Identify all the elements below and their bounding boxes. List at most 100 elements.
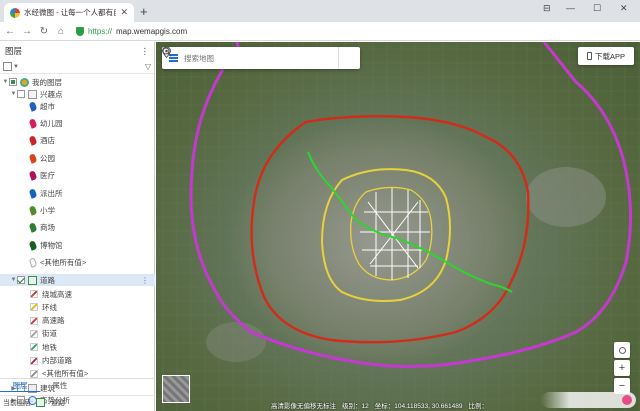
poi-item[interactable]: 超市	[0, 100, 155, 112]
coord-label: 坐标：	[374, 403, 395, 410]
road-style-icon	[30, 343, 38, 352]
map-status-bar: 高清影像无偏移无标注 级别：12 坐标：104.118533, 30.66148…	[271, 400, 488, 410]
level-label: 级别：	[342, 403, 362, 410]
map-overlay	[156, 42, 640, 411]
poi-marker-icon	[28, 135, 38, 147]
poi-item[interactable]: 博物馆	[0, 239, 155, 251]
road-item-label: 街道	[42, 329, 57, 339]
home-icon[interactable]: ⌂	[54, 26, 68, 37]
urban-patch-southwest	[206, 322, 266, 362]
poi-item[interactable]: 公园	[0, 152, 155, 164]
download-app-button[interactable]: 下载APP	[578, 47, 634, 65]
status-layer-name: 道路	[50, 399, 65, 407]
poi-item-label: 超市	[40, 101, 55, 111]
map-canvas[interactable]: 下载APP + − 高清影像无偏移无标注 级别：12 坐标：104.118533…	[156, 42, 640, 411]
download-app-label: 下载APP	[594, 51, 625, 61]
more-vertical-icon[interactable]: ⋮	[141, 46, 150, 57]
layer-panel: 图层 ⋮ ▼ ▽ ▼ 我的图层 ▼ 兴趣点 超市幼儿园酒店公园医疗派出所小学商场…	[0, 42, 155, 411]
poi-item[interactable]: 医疗	[0, 170, 155, 182]
poi-item[interactable]: 派出所	[0, 187, 155, 199]
road-item[interactable]: 高速路	[0, 315, 155, 327]
back-icon[interactable]: ←	[3, 26, 17, 37]
minimize-icon[interactable]: —	[566, 3, 575, 13]
layer-panel-header: 图层 ⋮	[0, 42, 154, 60]
group-road[interactable]: ▼ 道路 ⋮	[0, 274, 155, 286]
filter-icon[interactable]: ▽	[145, 62, 151, 71]
poi-item-label: 博物馆	[40, 240, 63, 250]
caret-down-icon[interactable]: ▼	[2, 79, 9, 85]
road-item-label: 高速路	[42, 316, 65, 326]
coordinate-readout: 104.118533, 30.661489	[394, 403, 463, 410]
road-item-label: 绕城高速	[42, 289, 72, 299]
poi-item-label: 派出所	[40, 188, 63, 198]
poi-item-label: 小学	[40, 205, 55, 215]
phone-icon	[586, 52, 592, 60]
close-window-icon[interactable]: ✕	[620, 3, 628, 14]
new-tab-button[interactable]: +	[140, 4, 148, 19]
road-item[interactable]: 环线	[0, 301, 155, 313]
more-vertical-icon[interactable]: ⋮	[141, 276, 149, 285]
chevron-down-icon[interactable]: ▼	[13, 64, 19, 70]
group-poi[interactable]: ▼ 兴趣点	[0, 88, 155, 100]
layer-panel-toolbar: ▼ ▽	[0, 60, 154, 74]
road-style-icon	[30, 303, 38, 312]
zoom-level-value: 12	[361, 403, 369, 410]
map-search-box	[162, 47, 360, 69]
tab-close-icon[interactable]: ✕	[120, 7, 128, 18]
road-item-label: 内部道路	[42, 356, 72, 365]
scale-label: 比例：	[468, 403, 488, 410]
poi-item[interactable]: 幼儿园	[0, 117, 155, 129]
tree-root[interactable]: ▼ 我的图层	[0, 76, 155, 88]
road-item[interactable]: 街道	[0, 328, 155, 340]
window-menu-icon[interactable]: ⊟	[543, 3, 551, 14]
poi-item[interactable]: 小学	[0, 204, 155, 216]
poi-item[interactable]: 商场	[0, 222, 155, 234]
poi-item[interactable]: 酒店	[0, 135, 155, 147]
poi-item-label: 幼儿园	[40, 118, 63, 128]
tab-properties[interactable]: 属性	[40, 379, 80, 392]
poi-marker-icon	[28, 222, 38, 234]
search-icon[interactable]	[162, 47, 338, 69]
tab-layers[interactable]: 图层	[0, 379, 40, 392]
locate-button[interactable]	[614, 342, 630, 358]
layers-icon	[20, 77, 29, 87]
browser-tab[interactable]: 水经微图 - 让每一个人都有自 ✕	[4, 3, 134, 22]
map-search-input[interactable]	[184, 53, 316, 63]
location-pin-icon[interactable]	[162, 47, 360, 69]
poi-marker-icon	[28, 100, 38, 112]
select-all-checkbox[interactable]	[3, 62, 12, 71]
address-toolbar: ← → ↻ ⌂ https:// map.wemapgis.com ☆ | ▦ …	[0, 22, 640, 57]
road-item[interactable]: 绕城高速	[0, 288, 155, 300]
watermark-logo-icon	[622, 395, 632, 405]
poi-item-label: <其他所有值>	[40, 258, 87, 268]
locate-icon	[618, 346, 626, 354]
forward-icon[interactable]: →	[20, 26, 34, 37]
poi-folder-icon	[28, 89, 37, 99]
road-style-icon	[30, 316, 38, 325]
road-checkbox[interactable]	[17, 276, 25, 284]
road-item[interactable]: 内部道路	[0, 355, 155, 367]
poi-item[interactable]: <其他所有值>	[0, 257, 155, 269]
root-checkbox[interactable]	[9, 78, 17, 86]
poi-marker-icon	[28, 187, 38, 199]
reload-icon[interactable]: ↻	[37, 26, 51, 37]
road-style-icon	[30, 356, 38, 365]
status-prefix: 当前图层:	[3, 399, 33, 407]
poi-marker-icon	[28, 257, 38, 268]
poi-marker-icon	[28, 152, 38, 164]
zoom-in-button[interactable]: +	[614, 360, 630, 376]
url-scheme: https://	[88, 27, 113, 36]
poi-checkbox[interactable]	[17, 90, 25, 98]
road-style-icon	[30, 290, 38, 298]
basemap-switcher-thumbnail[interactable]	[162, 375, 190, 403]
urban-patch-east	[526, 167, 606, 227]
sidebar-tabs: 图层 属性	[0, 378, 155, 392]
url-bar[interactable]: https:// map.wemapgis.com	[76, 24, 496, 39]
poi-marker-icon	[28, 239, 38, 251]
imagery-source: 高清影像无偏移无标注	[271, 403, 336, 410]
layer-panel-title: 图层	[5, 46, 23, 56]
road-item[interactable]: 地铁	[0, 341, 155, 353]
caret-down-icon[interactable]: ▼	[10, 91, 17, 97]
maximize-icon[interactable]: ☐	[593, 3, 601, 14]
road-style-icon	[30, 369, 38, 378]
